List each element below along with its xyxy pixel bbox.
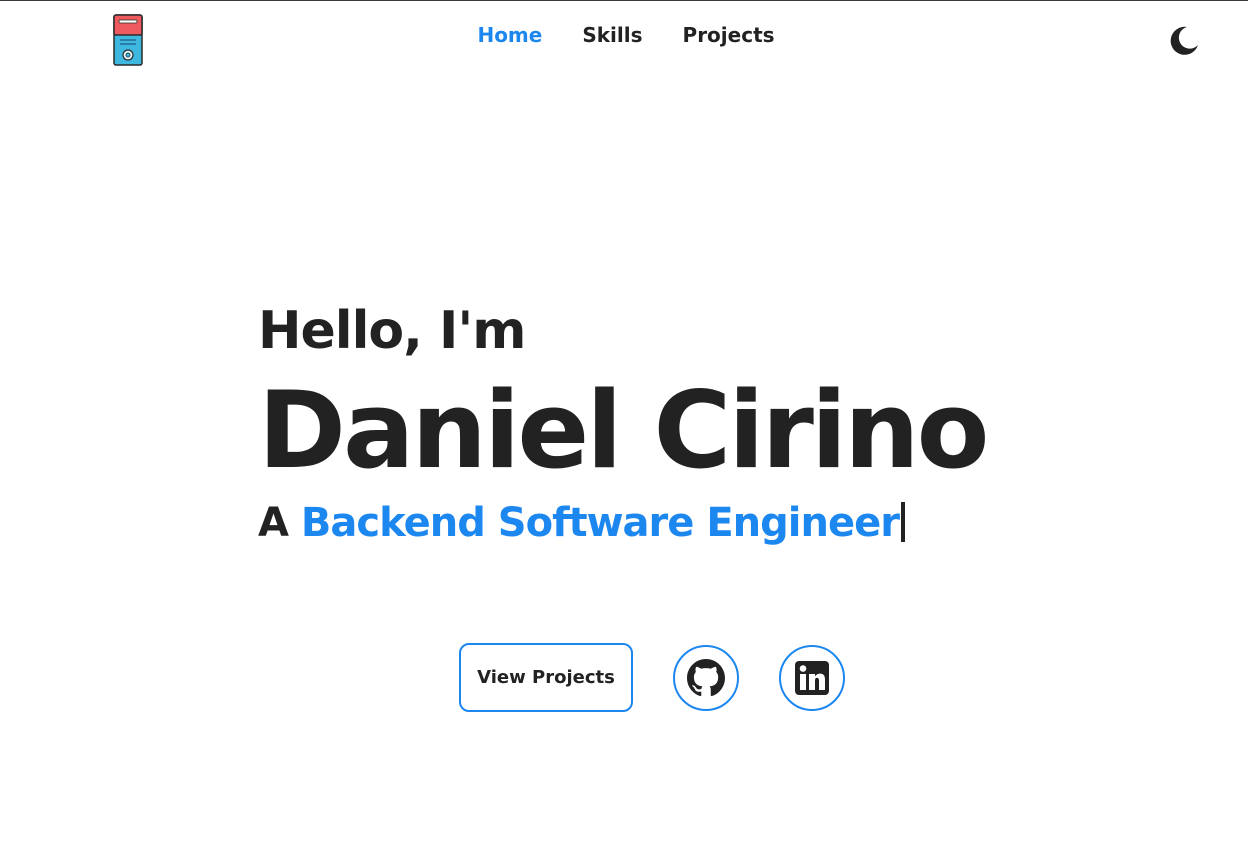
nav-home[interactable]: Home [477,23,542,47]
linkedin-link[interactable] [779,644,845,711]
tagline-role: Backend Software Engineer [300,500,900,546]
theme-toggle-button[interactable] [1166,23,1202,59]
nav-projects[interactable]: Projects [683,23,775,47]
tagline-prefix: A [258,500,289,546]
main-nav: Home Skills Projects [0,23,1248,47]
github-icon [687,658,725,696]
nav-skills[interactable]: Skills [582,23,642,47]
view-projects-button[interactable]: View Projects [459,643,633,712]
hero-actions: View Projects [459,643,845,712]
github-link[interactable] [673,644,739,711]
hero-greeting: Hello, I'm [258,301,526,361]
hero-section: Hello, I'm Daniel Cirino A Backend Softw… [258,291,989,551]
hero-name: Daniel Cirino [258,369,989,492]
nav-links: Home Skills Projects [477,23,774,47]
hero-tagline: A Backend Software Engineer [258,495,986,551]
page: Home Skills Projects Hello, I'm Daniel C… [0,0,1248,861]
linkedin-icon [795,660,829,695]
typing-cursor [900,502,905,542]
moon-icon [1170,26,1198,55]
